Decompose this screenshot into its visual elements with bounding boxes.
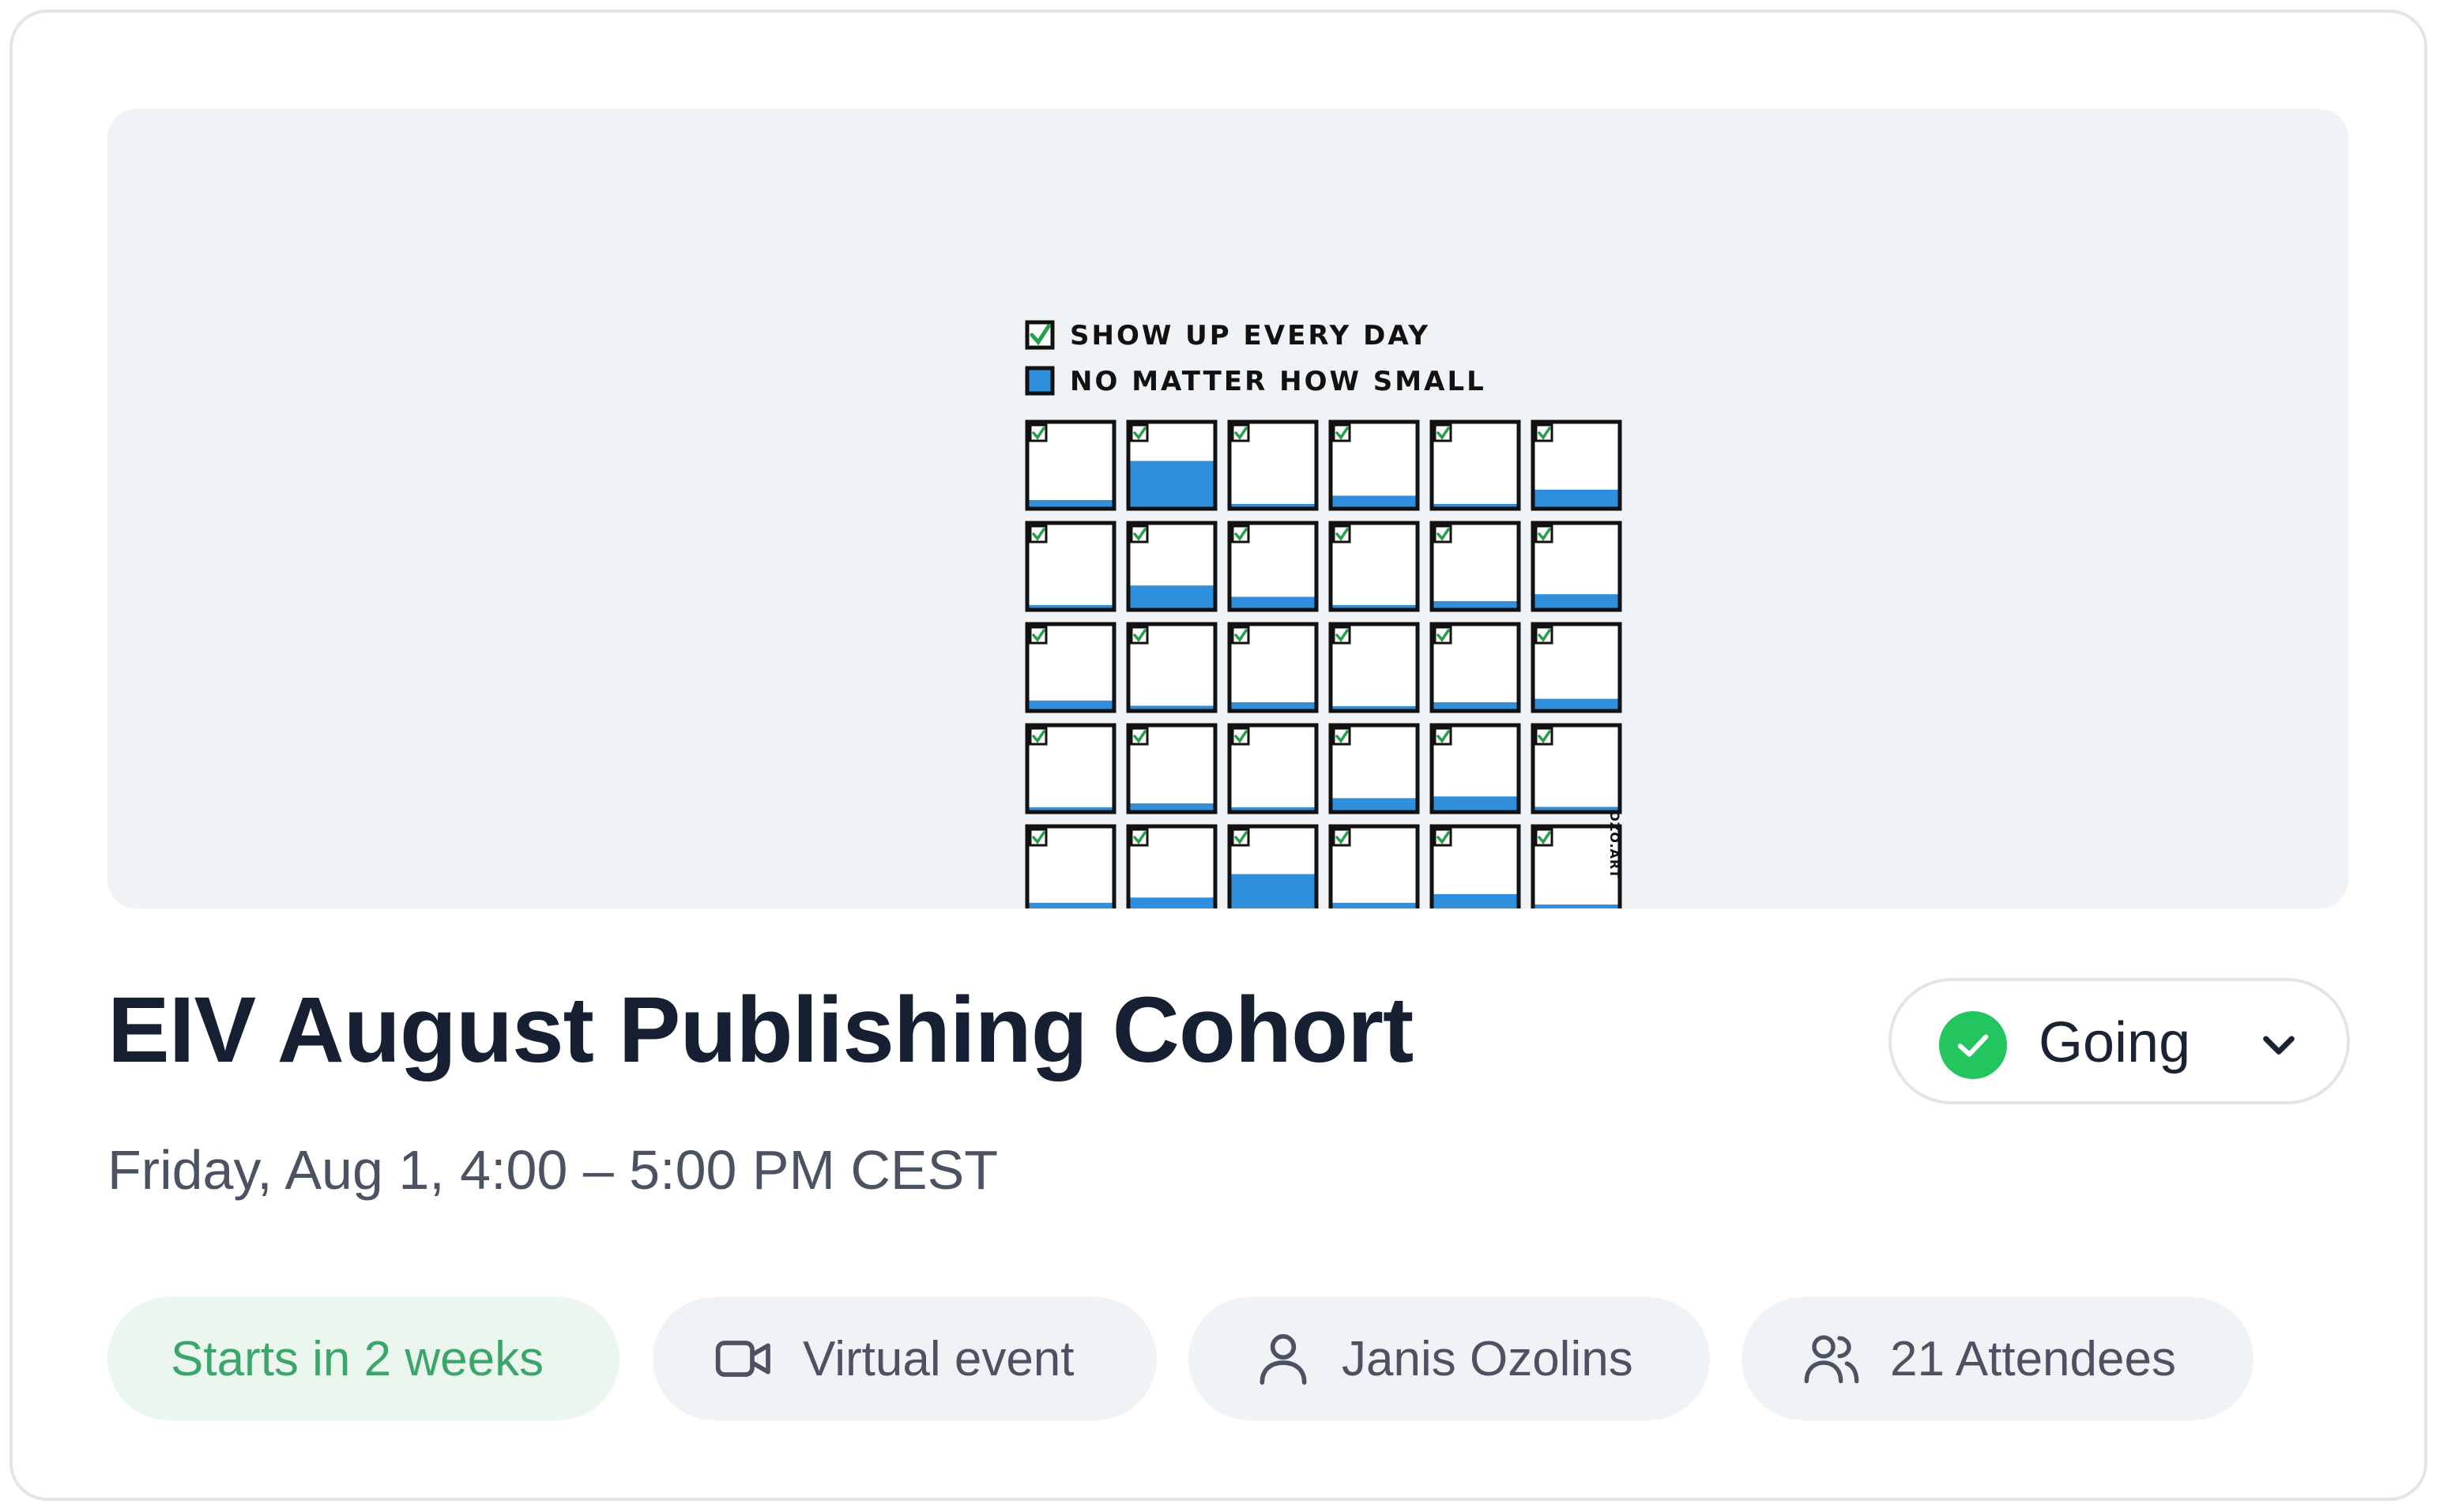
habit-progress-fill — [1128, 897, 1215, 908]
habit-day-cell — [1429, 622, 1521, 713]
check-circle-icon — [1939, 1011, 2007, 1079]
legend-line-2: NO MATTER HOW SMALL — [1070, 366, 1486, 397]
event-title: EIV August Publishing Cohort — [107, 978, 1414, 1082]
habit-day-cell — [1429, 419, 1521, 511]
user-icon — [1252, 1327, 1315, 1390]
event-card: SHOW UP EVERY DAY NO MATTER HOW SMALL OZ… — [9, 9, 2427, 1501]
legend-check-icon — [1025, 320, 1055, 350]
habit-day-cell — [1126, 622, 1218, 713]
habit-day-cell — [1328, 824, 1420, 908]
habit-tracker-illustration: SHOW UP EVERY DAY NO MATTER HOW SMALL OZ… — [1025, 320, 1622, 908]
habit-day-cell — [1328, 419, 1420, 511]
habit-progress-fill — [1533, 489, 1620, 509]
habit-progress-fill — [1432, 796, 1519, 812]
habit-progress-fill — [1027, 902, 1114, 908]
virtual-event-chip[interactable]: Virtual event — [653, 1297, 1157, 1420]
legend-line-1: SHOW UP EVERY DAY — [1070, 320, 1430, 352]
habit-day-cell — [1227, 723, 1319, 814]
habit-day-cell — [1328, 521, 1420, 612]
habit-progress-fill — [1432, 893, 1519, 908]
habit-day-cell — [1126, 723, 1218, 814]
habit-progress-fill — [1533, 594, 1620, 610]
habit-day-cell — [1531, 419, 1622, 511]
habit-progress-fill — [1128, 585, 1215, 610]
habit-day-cell — [1227, 419, 1319, 511]
event-datetime: Friday, Aug 1, 4:00 – 5:00 PM CEST — [107, 1139, 999, 1201]
habit-day-cell — [1025, 419, 1116, 511]
users-icon — [1800, 1327, 1863, 1390]
habit-day-cell — [1429, 521, 1521, 612]
habit-grid — [1025, 419, 1622, 908]
starts-in-chip: Starts in 2 weeks — [107, 1297, 619, 1420]
habit-day-cell — [1328, 723, 1420, 814]
habit-day-cell — [1227, 521, 1319, 612]
habit-day-cell — [1429, 824, 1521, 908]
video-camera-icon — [713, 1327, 776, 1390]
virtual-event-label: Virtual event — [803, 1331, 1075, 1386]
habit-progress-fill — [1533, 905, 1620, 908]
artist-credit: OZO.ART — [1607, 811, 1622, 878]
attendees-count: 21 Attendees — [1890, 1331, 2176, 1386]
habit-progress-fill — [1331, 798, 1418, 812]
habit-day-cell — [1227, 824, 1319, 908]
legend-fill-icon — [1025, 366, 1055, 396]
habit-day-cell — [1531, 622, 1622, 713]
rsvp-dropdown-button[interactable]: Going — [1888, 978, 2350, 1104]
host-chip[interactable]: Janis Ozolins — [1188, 1297, 1710, 1420]
habit-progress-fill — [1128, 461, 1215, 509]
habit-day-cell — [1531, 723, 1622, 814]
habit-day-cell — [1025, 521, 1116, 612]
habit-day-cell — [1126, 521, 1218, 612]
habit-progress-fill — [1331, 902, 1418, 908]
habit-day-cell — [1429, 723, 1521, 814]
habit-day-cell — [1126, 419, 1218, 511]
habit-day-cell — [1025, 824, 1116, 908]
habit-day-cell — [1025, 723, 1116, 814]
event-banner-image: SHOW UP EVERY DAY NO MATTER HOW SMALL OZ… — [107, 109, 2348, 908]
host-name: Janis Ozolins — [1342, 1331, 1633, 1386]
habit-day-cell — [1126, 824, 1218, 908]
attendees-chip[interactable]: 21 Attendees — [1742, 1297, 2254, 1420]
chevron-down-icon[interactable] — [2257, 1022, 2301, 1066]
starts-in-label: Starts in 2 weeks — [171, 1331, 544, 1386]
habit-day-cell — [1328, 622, 1420, 713]
habit-day-cell — [1531, 521, 1622, 612]
habit-day-cell — [1531, 824, 1622, 908]
habit-progress-fill — [1229, 874, 1316, 908]
rsvp-status-label: Going — [2039, 1011, 2191, 1074]
habit-day-cell — [1025, 622, 1116, 713]
habit-day-cell — [1227, 622, 1319, 713]
